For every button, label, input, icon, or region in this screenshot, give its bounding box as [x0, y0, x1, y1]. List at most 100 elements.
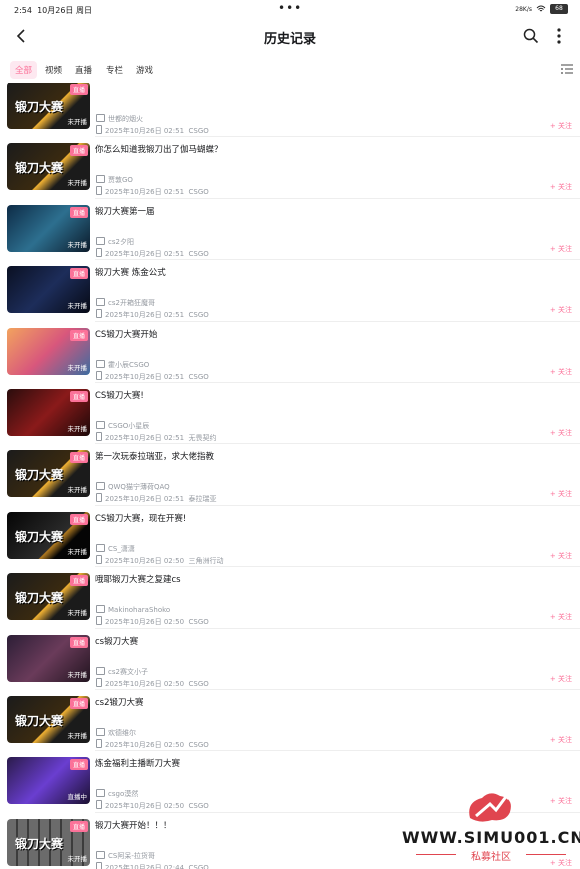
item-title[interactable]: 锻刀大赛第一届 [95, 205, 155, 217]
item-title[interactable]: 锻刀大赛 炼金公式 [95, 266, 166, 278]
live-badge: 直播 [69, 145, 88, 157]
thumbnail[interactable]: 直播 未开播 [7, 389, 90, 436]
watch-time: 2025年10月26日 02:51 [105, 127, 185, 135]
list-item[interactable]: 直播 未开播 锻刀大赛 炼金公式 cs2开箱狂魔哥 2025年10月26日 02:51 … [0, 260, 580, 322]
live-badge: 直播 [69, 759, 88, 771]
list-item[interactable]: 锻刀大赛 直播 未开播 世都的烟火 2025年10月26日 02:51 CSGO + 关注 [0, 83, 580, 138]
header: 历史记录 [0, 18, 580, 54]
live-badge: 直播 [69, 391, 88, 402]
list-item[interactable]: 锻刀大赛 直播 未开播 哦耶锻刀大赛之复建cs MakinoharaShoko 2025年… [0, 567, 580, 629]
follow-button[interactable]: + 关注 [550, 305, 572, 315]
category: CSGO [188, 127, 209, 135]
thumbnail[interactable]: 直播 未开播 [7, 266, 90, 314]
search-icon[interactable] [522, 27, 540, 45]
uploader-name: csgo漠然 [108, 790, 139, 799]
list-item[interactable]: 直播 未开播 CS锻刀大赛! CSGO小星辰 2025年10月26日 02:51 无畏契… [0, 383, 580, 445]
watch-time: 2025年10月26日 02:51 [105, 495, 185, 504]
list-item[interactable]: 锻刀大赛 直播 未开播 cs2锻刀大赛 欢德维尔 2025年10月26日 02:50 CS… [0, 690, 580, 752]
item-title[interactable]: 第一次玩泰拉瑞亚，求大佬指教 [95, 450, 214, 462]
thumbnail-text: 锻刀大赛 [15, 468, 64, 483]
follow-button[interactable]: + 关注 [550, 367, 572, 377]
item-meta: 2025年10月26日 02:51 泰拉瑞亚 [96, 493, 216, 504]
uploader-icon [96, 298, 105, 307]
watch-time: 2025年10月26日 02:51 [105, 434, 185, 442]
live-badge: 直播 [69, 575, 88, 587]
follow-button[interactable]: + 关注 [550, 735, 572, 745]
device-icon [96, 800, 102, 810]
item-title[interactable]: CS锻刀大赛开始 [95, 328, 157, 340]
device-icon [96, 616, 102, 626]
follow-button[interactable]: + 关注 [550, 551, 572, 561]
uploader: CS_潇潇 [96, 543, 135, 554]
item-title[interactable]: 哦耶锻刀大赛之复建cs [95, 573, 181, 585]
item-title[interactable]: CS锻刀大赛，现在开赛! [95, 512, 186, 524]
category: CSGO [188, 863, 209, 869]
thumbnail[interactable]: 直播 未开播 [7, 204, 90, 252]
tab-game[interactable]: 游戏 [131, 61, 158, 79]
category: CSGO [188, 188, 209, 197]
category: CSGO [188, 802, 209, 811]
watermark: WWW.SIMU001.CN 私募社区 [402, 786, 580, 869]
live-status: 未开播 [67, 425, 88, 433]
watch-time: 2025年10月26日 02:51 [105, 188, 185, 197]
follow-button[interactable]: + 关注 [550, 674, 572, 684]
thumbnail[interactable]: 锻刀大赛 直播 未开播 [7, 450, 90, 498]
list-item[interactable]: 直播 未开播 锻刀大赛第一届 cs2夕阳 2025年10月26日 02:51 CSGO +… [0, 199, 580, 261]
thumbnail[interactable]: 锻刀大赛 直播 未开播 [7, 83, 90, 129]
filter-list-icon[interactable] [560, 62, 574, 76]
item-title[interactable]: CS锻刀大赛! [95, 389, 144, 401]
follow-button[interactable]: + 关注 [550, 244, 572, 254]
follow-button[interactable]: + 关注 [550, 428, 572, 438]
list-item[interactable]: 锻刀大赛 直播 未开播 第一次玩泰拉瑞亚，求大佬指教 QWQ猫宁薄荷QAQ 2025年10… [0, 444, 580, 506]
thumbnail[interactable]: 锻刀大赛 直播 未开播 [7, 696, 90, 743]
uploader-name: CS阿呆-拉货哥 [108, 851, 155, 860]
item-title[interactable]: cs2锻刀大赛 [95, 696, 144, 708]
live-status: 未开播 [67, 240, 88, 249]
item-meta: 2025年10月26日 02:50 三角洲行动 [96, 554, 223, 566]
uploader: MakinoharaShoko [96, 605, 170, 614]
tab-article[interactable]: 专栏 [101, 61, 128, 79]
follow-button[interactable]: + 关注 [550, 489, 572, 499]
tab-live[interactable]: 直播 [70, 61, 97, 79]
list-item[interactable]: 直播 未开播 CS锻刀大赛开始 霍小辰CSGO 2025年10月26日 02:51 CS… [0, 322, 580, 383]
multitask-dots-icon[interactable]: ••• [278, 1, 302, 15]
item-title[interactable]: 锻刀大赛开始！！！ [95, 819, 172, 831]
tab-video[interactable]: 视频 [40, 61, 67, 79]
uploader-icon [96, 666, 105, 675]
thumbnail[interactable]: 锻刀大赛 直播 未开播 [7, 511, 90, 559]
follow-button[interactable]: + 关注 [550, 121, 572, 131]
item-title[interactable]: cs锻刀大赛 [95, 635, 138, 647]
thumbnail[interactable]: 直播 未开播 [7, 634, 90, 682]
history-list[interactable]: 锻刀大赛 直播 未开播 世都的烟火 2025年10月26日 02:51 CSGO + 关注… [0, 83, 580, 869]
more-vertical-icon[interactable] [552, 26, 566, 46]
item-meta: 2025年10月26日 02:51 CSGO [96, 247, 209, 259]
item-title[interactable]: 炼金福利主播断刀大赛 [95, 757, 180, 769]
live-status: 未开播 [67, 547, 88, 556]
uploader-icon [96, 114, 105, 122]
category: CSGO [188, 311, 209, 320]
thumbnail[interactable]: 锻刀大赛 直播 未开播 [7, 143, 90, 191]
thumbnail-text: 锻刀大赛 [15, 836, 64, 851]
follow-button[interactable]: + 关注 [550, 612, 572, 622]
item-meta: 2025年10月26日 02:50 CSGO [96, 616, 209, 627]
list-item[interactable]: 直播 未开播 cs锻刀大赛 cs2赛文小子 2025年10月26日 02:50 CSGO… [0, 629, 580, 690]
list-item[interactable]: 锻刀大赛 直播 未开播 你怎么知道我锻刀出了伽马蝴蝶？ 贾敦GO 2025年10月26日 … [0, 137, 580, 199]
live-status: 未开播 [67, 854, 88, 863]
thumbnail[interactable]: 直播 直播中 [7, 757, 90, 805]
watch-time: 2025年10月26日 02:50 [105, 802, 185, 811]
category: CSGO [188, 679, 209, 688]
device-icon [96, 186, 102, 196]
thumbnail[interactable]: 锻刀大赛 直播 未开播 [7, 818, 90, 866]
item-title[interactable]: 你怎么知道我锻刀出了伽马蝴蝶？ [95, 143, 223, 155]
item-meta: 2025年10月26日 02:50 CSGO [96, 739, 209, 750]
watermark-line-right [526, 854, 566, 855]
thumbnail[interactable]: 锻刀大赛 直播 未开播 [7, 573, 90, 621]
uploader-icon [96, 543, 105, 552]
tab-all[interactable]: 全部 [10, 61, 38, 79]
uploader-icon [96, 421, 105, 429]
follow-button[interactable]: + 关注 [550, 182, 572, 192]
item-meta: 2025年10月26日 02:51 CSGO [96, 125, 209, 136]
list-item[interactable]: 锻刀大赛 直播 未开播 CS锻刀大赛，现在开赛! CS_潇潇 2025年10月26日 02… [0, 506, 580, 568]
thumbnail[interactable]: 直播 未开播 [7, 327, 90, 375]
uploader-icon [96, 789, 105, 798]
